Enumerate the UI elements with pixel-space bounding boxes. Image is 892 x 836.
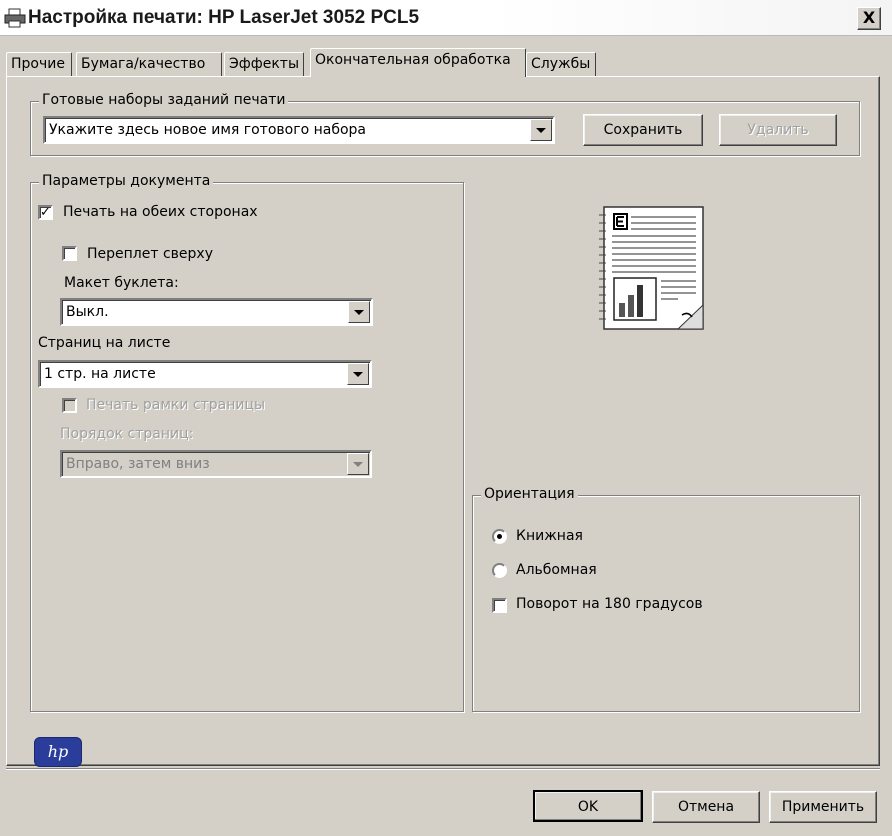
close-button[interactable]: X [857,7,881,30]
tab-effects[interactable]: Эффекты [224,52,304,76]
portrait-label: Книжная [516,528,583,544]
flip-top-checkbox[interactable] [62,246,77,261]
page-border-label: Печать рамки страницы [86,397,266,413]
document-preview-image [598,205,706,331]
duplex-label: Печать на обеих сторонах [63,204,258,220]
tab-services[interactable]: Службы [526,52,596,76]
chevron-down-icon[interactable] [530,119,552,141]
landscape-label: Альбомная [516,562,597,578]
hp-logo: hp [34,737,82,767]
chevron-down-icon[interactable] [348,301,370,323]
chevron-down-icon[interactable] [347,453,369,475]
flip-top-label: Переплет сверху [87,246,213,262]
chevron-down-icon[interactable] [347,363,369,385]
page-border-checkbox[interactable] [62,398,77,413]
tab-paper-quality[interactable]: Бумага/качество [76,52,222,76]
booklet-value: Выкл. [66,304,109,320]
preset-name-combo[interactable]: Укажите здесь новое имя готового набора [43,116,555,144]
presets-group-title: Готовые наборы заданий печати [39,92,289,108]
duplex-checkbox[interactable]: ✓ [38,205,53,220]
portrait-radio[interactable] [492,529,507,544]
window-title: Настройка печати: HP LaserJet 3052 PCL5 [28,7,420,28]
cancel-button[interactable]: Отмена [652,791,760,823]
printer-icon [4,8,26,28]
divider [6,768,880,770]
document-options-title: Параметры документа [39,173,214,189]
delete-button[interactable]: Удалить [719,114,837,146]
pages-per-sheet-value: 1 стр. на листе [44,366,156,382]
orientation-title: Ориентация [481,486,578,502]
pages-per-sheet-combo[interactable]: 1 стр. на листе [38,360,372,388]
tab-finishing[interactable]: Окончательная обработка [310,48,526,77]
landscape-radio[interactable] [492,563,507,578]
ok-button[interactable]: OK [533,790,643,822]
preset-name-value: Укажите здесь новое имя готового набора [49,122,366,138]
pages-per-sheet-label: Страниц на листе [38,335,171,351]
rotate-180-checkbox[interactable] [492,598,507,613]
rotate-180-label: Поворот на 180 градусов [516,596,703,612]
tab-other[interactable]: Прочие [6,52,72,76]
title-bar: Настройка печати: HP LaserJet 3052 PCL5 … [0,0,892,36]
page-order-label: Порядок страниц: [60,426,194,442]
apply-button[interactable]: Применить [769,791,877,823]
save-button[interactable]: Сохранить [583,114,703,146]
page-order-combo[interactable]: Вправо, затем вниз [60,450,372,478]
booklet-combo[interactable]: Выкл. [60,298,373,326]
booklet-label: Макет буклета: [64,275,179,291]
page-order-value: Вправо, затем вниз [66,456,210,472]
